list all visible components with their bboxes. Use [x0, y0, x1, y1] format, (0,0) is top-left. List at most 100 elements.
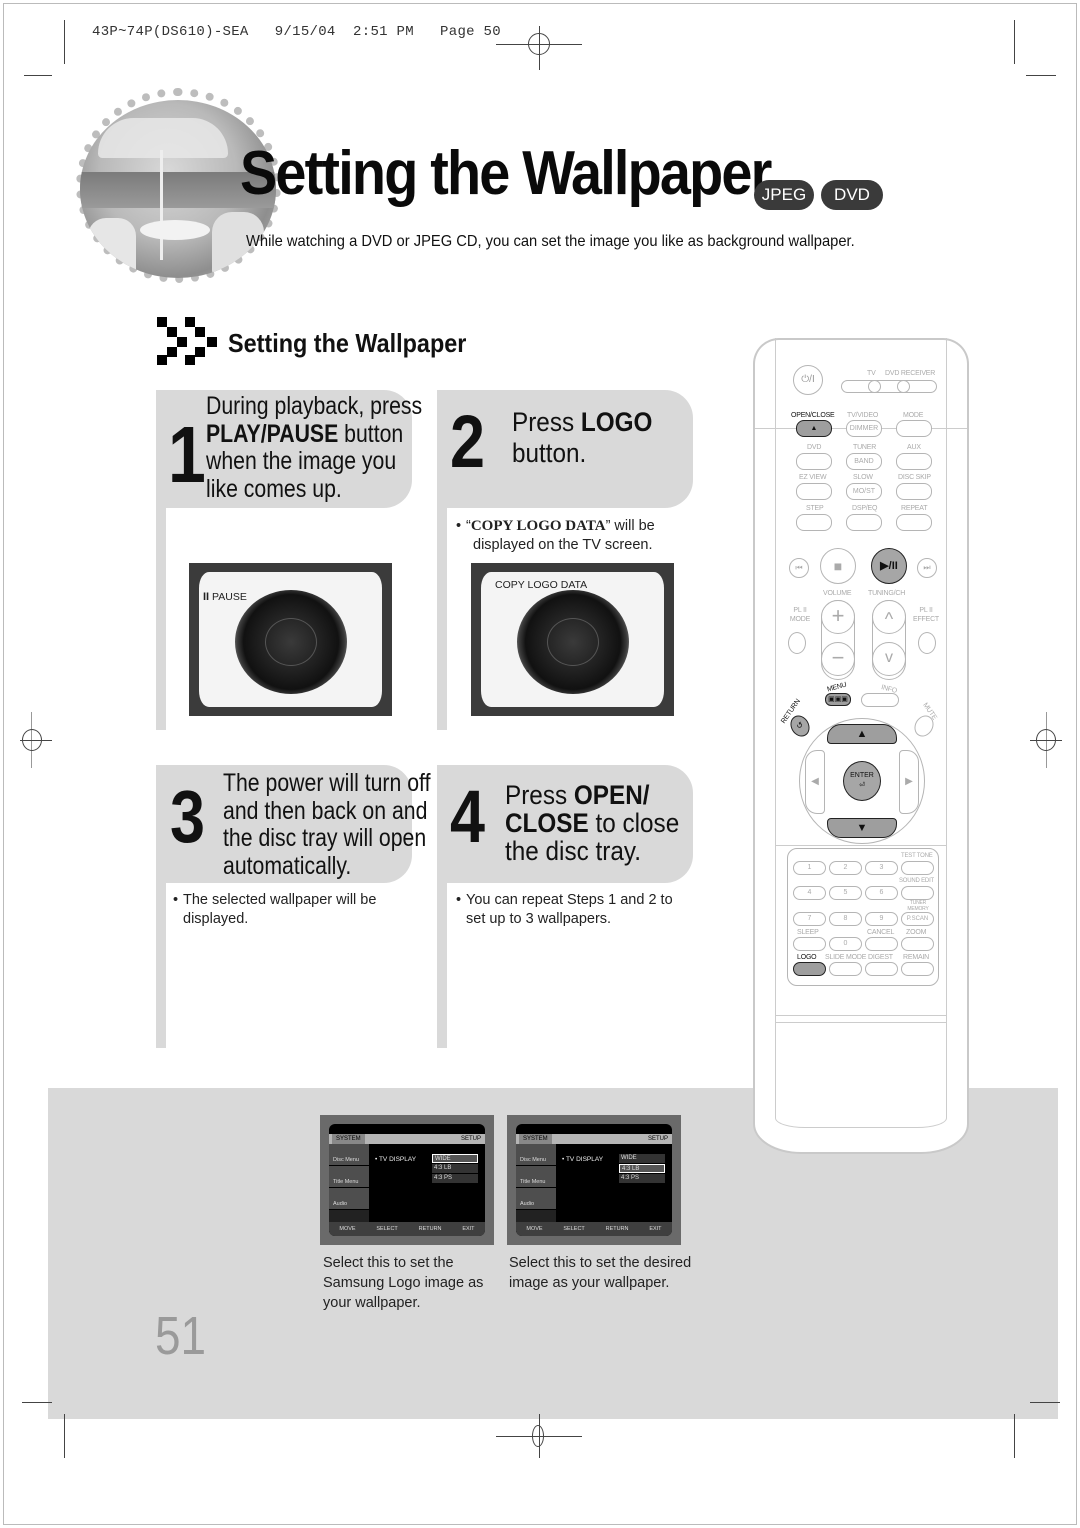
- checker-icon: [157, 317, 219, 365]
- dsp-eq-button[interactable]: [846, 514, 882, 531]
- open-close-button[interactable]: ▲: [796, 420, 832, 437]
- volume-down-button[interactable]: −: [821, 642, 855, 676]
- crop-mark: [24, 75, 52, 76]
- test-tone-button[interactable]: [901, 861, 934, 875]
- step-3-note: • The selected wallpaper will be displaye…: [173, 892, 377, 927]
- nav-down-button[interactable]: ▼: [827, 818, 897, 838]
- crop-mark: [22, 1402, 52, 1403]
- cancel-button[interactable]: [865, 937, 898, 951]
- step-4-note: • You can repeat Steps 1 and 2 to set up …: [456, 892, 673, 927]
- channel-up-button[interactable]: ^: [872, 600, 906, 634]
- step-4-number: 4: [450, 775, 485, 858]
- mode-selector-bar: [841, 380, 937, 393]
- dvd-button[interactable]: [796, 453, 832, 470]
- info-button[interactable]: [861, 693, 899, 707]
- dvd-receiver-label: DVD RECEIVER: [885, 370, 936, 377]
- menu-option-wide[interactable]: WIDE: [432, 1154, 478, 1163]
- tuner-label: TUNER: [853, 444, 877, 451]
- mo-st-button[interactable]: MO/ST: [846, 483, 882, 500]
- registration-mark: [528, 33, 550, 55]
- cancel-label: CANCEL: [867, 929, 895, 936]
- nav-up-button[interactable]: ▲: [827, 724, 897, 744]
- num-6-button[interactable]: 6: [865, 886, 898, 900]
- section-title: Setting the Wallpaper: [228, 328, 467, 358]
- step-2-text: Press LOGO button.: [512, 407, 653, 468]
- num-0-button[interactable]: 0: [829, 937, 862, 951]
- slide-mode-label: SLIDE MODE: [825, 954, 867, 961]
- caption-43lb: Select this to set the desired image as …: [509, 1255, 692, 1291]
- nav-left-button[interactable]: ◀: [805, 750, 825, 814]
- skip-forward-button[interactable]: ⏭: [917, 558, 937, 578]
- num-2-button[interactable]: 2: [829, 861, 862, 875]
- sleep-button[interactable]: [793, 937, 826, 951]
- play-pause-button[interactable]: ▶/II: [871, 548, 907, 584]
- print-header: 43P~74P(DS610)-SEA 9/15/04 2:51 PM Page …: [92, 24, 501, 40]
- logo-button[interactable]: [793, 962, 826, 976]
- digest-button[interactable]: [865, 962, 898, 976]
- ez-view-button[interactable]: [796, 483, 832, 500]
- menu-option-43ps[interactable]: 4:3 PS: [619, 1174, 665, 1183]
- pl2-mode-button[interactable]: [788, 632, 806, 654]
- step-button[interactable]: [796, 514, 832, 531]
- num-8-button[interactable]: 8: [829, 912, 862, 926]
- mode-label: MODE: [903, 412, 924, 419]
- step-label: STEP: [806, 505, 824, 512]
- sound-edit-button[interactable]: [901, 886, 934, 900]
- intro-text: While watching a DVD or JPEG CD, you can…: [246, 233, 855, 250]
- ez-view-label: EZ VIEW: [799, 474, 827, 481]
- zoom-label: ZOOM: [906, 929, 927, 936]
- stop-button[interactable]: ■: [820, 548, 856, 584]
- power-button[interactable]: ⏻/I: [793, 365, 823, 395]
- remain-label: REMAIN: [903, 954, 930, 961]
- zoom-button[interactable]: [901, 937, 934, 951]
- enter-button[interactable]: ENTER ⏎: [843, 761, 881, 801]
- tuner-memory-label: TUNER MEMORY: [907, 900, 929, 912]
- repeat-button[interactable]: [896, 514, 932, 531]
- disc-skip-button[interactable]: [896, 483, 932, 500]
- band-button[interactable]: BAND: [846, 453, 882, 470]
- digest-label: DIGEST: [868, 954, 893, 961]
- menu-option-43ps[interactable]: 4:3 PS: [432, 1174, 478, 1183]
- slide-mode-button[interactable]: [829, 962, 862, 976]
- crop-mark: [64, 20, 65, 64]
- channel-down-button[interactable]: v: [872, 642, 906, 676]
- num-5-button[interactable]: 5: [829, 886, 862, 900]
- registration-mark: [1036, 729, 1056, 751]
- aux-label: AUX: [907, 444, 921, 451]
- registration-mark: [532, 1425, 544, 1447]
- tv-mode-button[interactable]: [868, 380, 881, 393]
- dvd-receiver-mode-button[interactable]: [897, 380, 910, 393]
- num-1-button[interactable]: 1: [793, 861, 826, 875]
- pl2-effect-button[interactable]: [918, 632, 936, 654]
- crop-mark: [1030, 1402, 1060, 1403]
- sleep-label: SLEEP: [797, 929, 819, 936]
- menu-option-43lb[interactable]: 4:3 LB: [619, 1164, 665, 1173]
- dimmer-button[interactable]: DIMMER: [846, 420, 882, 437]
- volume-up-button[interactable]: +: [821, 600, 855, 634]
- num-9-button[interactable]: 9: [865, 912, 898, 926]
- tv-screen-pause: II PAUSE: [189, 563, 392, 716]
- registration-mark: [22, 729, 42, 751]
- menu-button[interactable]: ▣▣▣: [825, 693, 851, 706]
- dsp-eq-label: DSP/EQ: [852, 505, 878, 512]
- speaker-image: [235, 590, 347, 694]
- menu-screenshot-43lb: SYSTEMSETUP Disc Menu Title Menu Audio S…: [507, 1115, 681, 1245]
- remain-button[interactable]: [901, 962, 934, 976]
- num-4-button[interactable]: 4: [793, 886, 826, 900]
- skip-back-button[interactable]: ⏮: [789, 558, 809, 578]
- step-3-number: 3: [170, 775, 205, 858]
- nav-right-button[interactable]: ▶: [899, 750, 919, 814]
- pscan-button[interactable]: P.SCAN: [901, 912, 934, 926]
- crop-mark: [1014, 1414, 1015, 1458]
- badge-jpeg: JPEG: [754, 180, 814, 210]
- num-3-button[interactable]: 3: [865, 861, 898, 875]
- pl2-effect-label: PL II EFFECT: [912, 607, 940, 623]
- menu-option-43lb[interactable]: 4:3 LB: [432, 1164, 478, 1173]
- aux-button[interactable]: [896, 453, 932, 470]
- crop-mark: [1014, 20, 1015, 64]
- tv-copy-logo-label: COPY LOGO DATA: [495, 579, 588, 591]
- caption-wide: Select this to set the Samsung Logo imag…: [323, 1255, 484, 1311]
- menu-option-wide[interactable]: WIDE: [619, 1154, 665, 1163]
- mode-button[interactable]: [896, 420, 932, 437]
- num-7-button[interactable]: 7: [793, 912, 826, 926]
